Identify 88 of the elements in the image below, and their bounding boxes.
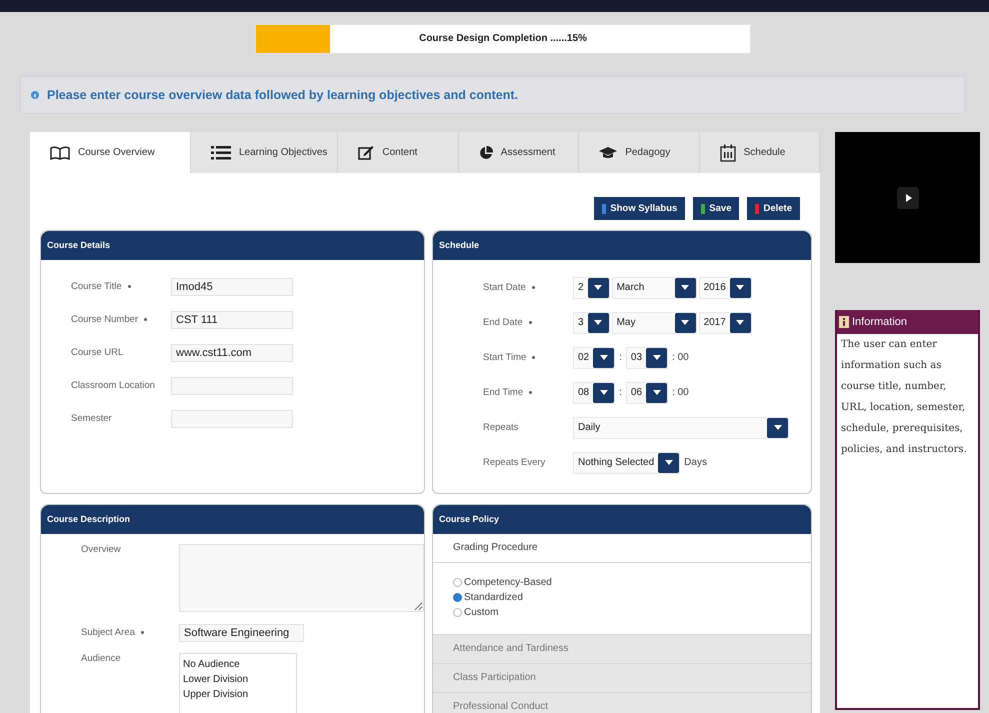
input-field[interactable]: Software Engineering [179,624,304,642]
input-field[interactable] [171,376,293,394]
action-button[interactable]: Delete [747,197,800,220]
field-label: Course Number [71,314,138,325]
tab[interactable]: Course Overview [30,132,191,173]
pie-chart-icon [478,146,493,160]
select-field[interactable]: 02 [573,346,616,368]
select-field[interactable]: 3 [573,312,610,334]
panel-title: Course Details [41,231,424,260]
tab[interactable]: Learning Objectives [191,132,338,173]
field-label: Course URL [71,347,124,358]
field-label: End Time [483,387,524,398]
field-label: Semester [71,413,112,424]
panel-title: Schedule [433,231,811,260]
action-button[interactable]: Show Syllabus [594,197,686,220]
action-button[interactable]: Save [693,197,740,220]
list-option[interactable]: Lower Division [183,672,293,687]
list-option[interactable]: No Audience [183,657,293,672]
field-text: Days [683,457,708,468]
tab[interactable]: Content [338,132,459,173]
calendar-icon [720,144,736,162]
tab[interactable]: Assessment [458,132,580,173]
caret-icon [736,285,744,290]
field-label: Subject Area [81,627,135,638]
field-text: : [618,387,623,398]
caret-icon [594,320,602,325]
select-field[interactable]: May [612,312,697,334]
caret-icon [594,285,602,290]
field-text: : [618,352,623,363]
notice-text: Please enter course overview data followed by learning objectives and content. [47,88,518,102]
caret-icon [652,355,661,360]
input-field[interactable] [171,410,293,428]
edit-icon [358,145,374,160]
caret-icon [681,320,690,325]
list-option[interactable]: Upper Division [183,687,293,702]
caret-icon [652,390,661,395]
radio-option[interactable]: Standardized [453,590,811,605]
radio-option[interactable]: Custom [453,605,811,620]
field-label: Repeats [483,422,518,433]
field-label: Repeats Every [483,457,546,468]
select-field[interactable]: 03 [626,346,668,368]
accordion-header[interactable]: Class Participation [433,664,811,693]
select-field[interactable]: March [612,276,697,298]
caret-icon [681,285,690,290]
field-text: : 00 [671,352,690,363]
field-label: End Date [483,317,523,328]
graduation-cap-icon [599,146,618,158]
radio-button[interactable] [453,608,462,617]
radio-option[interactable]: Competency-Based [453,575,811,590]
accordion-header[interactable]: Attendance and Tardiness [433,635,811,664]
field-label: Audience [81,653,122,664]
input-field[interactable]: CST 111 [171,310,293,328]
book-icon [50,146,70,160]
field-label: Course Title [71,281,122,292]
caret-icon [664,460,673,465]
info-icon [31,91,39,99]
field-label: Start Date [483,282,526,293]
tab[interactable]: Schedule [700,132,820,173]
radio-button[interactable] [453,593,462,602]
list-icon [211,146,231,160]
select-field[interactable]: 2017 [698,312,752,334]
info-title: Information [852,316,908,328]
panel-title: Course Policy [433,505,811,534]
select-field[interactable]: 2 [573,276,610,298]
radio-button[interactable] [453,578,462,587]
select-field[interactable]: Daily [573,416,789,438]
field-label: Start Time [483,352,526,363]
progress-label: Course Design Completion ......15% [418,33,588,44]
caret-icon [600,355,608,360]
caret-icon [600,390,608,395]
tab[interactable]: Pedagogy [579,132,700,173]
select-field[interactable]: 08 [573,382,616,404]
panel-title: Course Description [41,505,424,534]
field-label: Overview [81,544,122,555]
caret-icon [736,320,744,325]
input-field[interactable]: www.cst11.com [171,344,293,362]
select-field[interactable]: 06 [626,382,668,404]
field-label: Classroom Location [71,380,155,391]
accordion-header[interactable]: Professional Conduct [433,693,811,713]
info-text: The user can enter information such as course title, number, URL, location, semester, schedule, prerequisites, policies, and instructors. [840,338,968,457]
select-field[interactable]: 2016 [698,276,752,298]
play-icon[interactable] [896,186,918,208]
field-text: : 00 [671,387,690,398]
caret-icon [774,425,782,430]
overview-field[interactable] [178,544,424,612]
audience-listbox[interactable]: No Audience Lower Division Upper Division [179,653,297,713]
select-field[interactable]: Nothing Selected [573,452,680,474]
input-field[interactable]: Imod45 [171,278,293,296]
